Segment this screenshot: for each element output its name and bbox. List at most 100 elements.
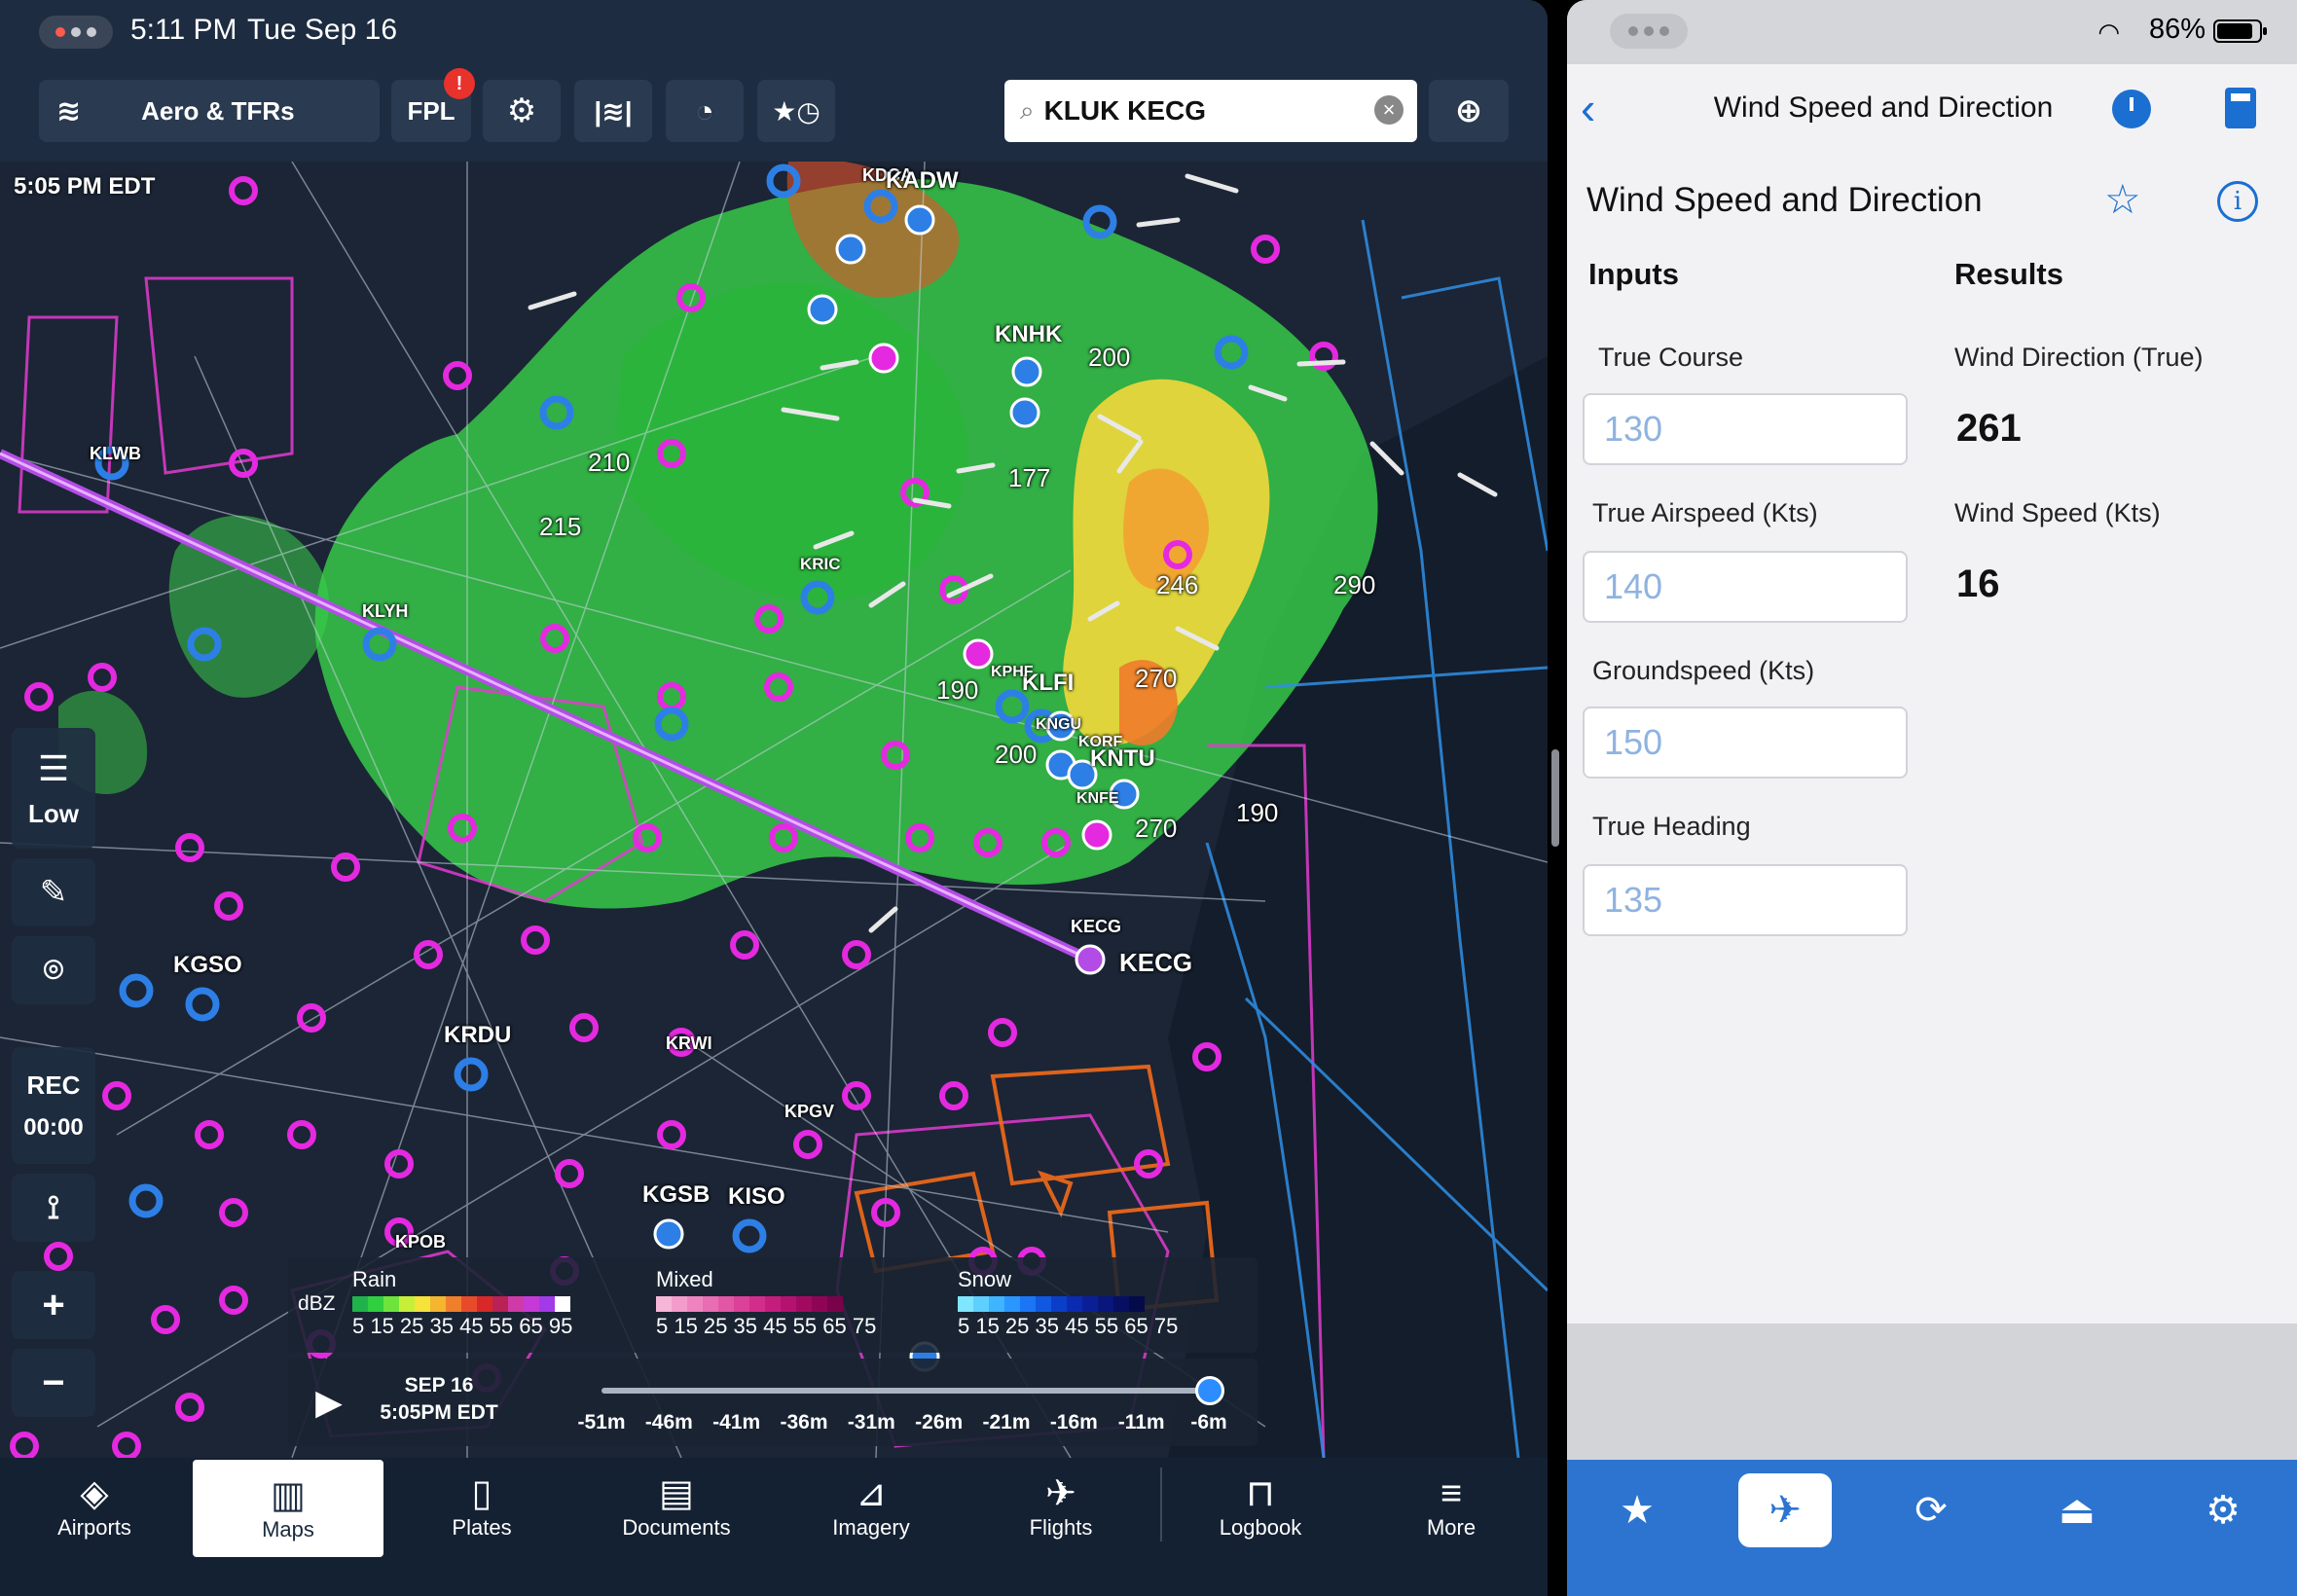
tab-logbook[interactable]: ⊓ Logbook	[1197, 1458, 1324, 1555]
label-kecg-small: KECG	[1071, 917, 1122, 936]
tab-flight-calcs[interactable]: ✈	[1738, 1473, 1832, 1547]
results-header: Results	[1954, 257, 2063, 291]
true-heading-field[interactable]: 135	[1583, 864, 1908, 936]
wind-speed-value: 16	[1956, 562, 2000, 605]
legend-swatch	[703, 1296, 718, 1312]
maps-icon: ▥	[271, 1475, 306, 1516]
tab-documents[interactable]: ▤ Documents	[603, 1458, 749, 1555]
legend-swatch	[687, 1296, 703, 1312]
tab-settings[interactable]: ⚙	[2176, 1473, 2270, 1547]
tab-imagery[interactable]: ⊿ Imagery	[808, 1458, 934, 1555]
legend-swatch	[1067, 1296, 1082, 1312]
multitasking-dots[interactable]	[39, 16, 113, 49]
tab-favorites[interactable]: ★	[1590, 1473, 1684, 1547]
favorite-star-icon[interactable]: ☆	[2104, 175, 2141, 223]
route-button[interactable]: ⟟	[12, 1174, 95, 1242]
tab-airports[interactable]: ◈ Airports	[33, 1458, 156, 1555]
clear-search-button[interactable]: ×	[1374, 95, 1404, 125]
rain-ticks: 5 15 25 35 45 55 65 95	[352, 1314, 573, 1338]
tab-plates[interactable]: ▯ Plates	[419, 1458, 545, 1555]
legend-swatch	[1036, 1296, 1051, 1312]
instruments-button[interactable]: ◔	[666, 80, 744, 142]
alt-label: 200	[995, 740, 1038, 769]
calculator-button[interactable]	[2225, 88, 2256, 128]
tab-weight-balance[interactable]: ⏏	[2030, 1473, 2124, 1547]
timeline-slider-handle[interactable]	[1195, 1376, 1224, 1405]
weight-icon: ⏏	[2059, 1489, 2096, 1532]
tab-more[interactable]: ≡ More	[1398, 1458, 1505, 1555]
battery-icon	[2213, 19, 2267, 43]
tab-label: Imagery	[832, 1515, 910, 1540]
calculator-nav-bar: ‹ Wind Speed and Direction	[1567, 64, 2297, 158]
draw-button[interactable]: ✎	[12, 858, 95, 926]
battery-percent: 86%	[2148, 14, 2206, 45]
tab-divider	[1160, 1468, 1162, 1542]
zoom-in-button[interactable]: +	[12, 1271, 95, 1339]
legend-swatch	[508, 1296, 524, 1312]
rain-legend: Rain 5 15 25 35 45 55 65 95	[352, 1267, 572, 1339]
legend-swatch	[555, 1296, 570, 1312]
timeline-tick: -41m	[712, 1411, 761, 1433]
gear-icon: ⚙	[506, 92, 537, 129]
play-button[interactable]: ▶	[298, 1368, 360, 1436]
tab-label: More	[1426, 1515, 1477, 1540]
fpl-alert-badge: !	[444, 68, 475, 99]
legend-swatch	[539, 1296, 555, 1312]
legend-swatch	[827, 1296, 843, 1312]
legend-swatch	[492, 1296, 508, 1312]
destination-marker[interactable]	[1075, 944, 1106, 975]
legend-swatch	[718, 1296, 734, 1312]
label-kadw: KADW	[886, 167, 959, 194]
rain-swatches	[352, 1296, 572, 1312]
rec-label: REC	[26, 1070, 81, 1100]
timeline-slider-track[interactable]	[602, 1388, 1209, 1394]
legend-swatch	[383, 1296, 399, 1312]
legend-swatch	[1129, 1296, 1145, 1312]
alt-label: 270	[1135, 814, 1178, 843]
rec-timer: 00:00	[23, 1113, 84, 1141]
true-airspeed-field[interactable]: 140	[1583, 551, 1908, 623]
history-button[interactable]	[2112, 90, 2151, 128]
fpl-button[interactable]: FPL !	[391, 68, 475, 142]
mixed-legend: Mixed 5 15 25 35 45 55 65 75	[656, 1267, 876, 1339]
locate-button[interactable]: ⊕	[1429, 80, 1509, 142]
alt-label: 190	[1236, 798, 1279, 827]
zoom-out-button[interactable]: −	[12, 1349, 95, 1417]
tab-maps[interactable]: ▥ Maps	[193, 1460, 383, 1557]
multitasking-dots[interactable]	[1610, 14, 1688, 49]
snow-swatches	[958, 1296, 1178, 1312]
profile-view-button[interactable]: |≋|	[574, 80, 652, 142]
waypoint-button[interactable]: ⌾	[12, 936, 95, 1004]
alt-label: 210	[588, 448, 631, 477]
record-button[interactable]: REC 00:00	[12, 1047, 95, 1164]
star-clock-icon: ★◷	[772, 95, 820, 127]
alt-label: 190	[936, 675, 979, 705]
timeline-tick: -16m	[1049, 1411, 1098, 1433]
settings-button[interactable]: ⚙	[483, 80, 561, 142]
groundspeed-field[interactable]: 150	[1583, 707, 1908, 779]
layers-button[interactable]: ≋ Aero & TFRs	[39, 80, 380, 142]
label-kpgv: KPGV	[784, 1102, 835, 1121]
true-course-label: True Course	[1598, 343, 1744, 372]
favorites-recents-button[interactable]: ★◷	[757, 80, 835, 142]
search-input[interactable]: ⌕ KLUK KECG ×	[1004, 80, 1417, 142]
legend-swatch	[1020, 1296, 1036, 1312]
right-status-bar: ◠ 86%	[1567, 0, 2297, 64]
legend-swatch	[796, 1296, 812, 1312]
tab-label: Logbook	[1219, 1515, 1302, 1540]
split-view-divider[interactable]	[1551, 749, 1559, 847]
timeline-tick: -6m	[1190, 1411, 1227, 1433]
groundspeed-label: Groundspeed (Kts)	[1592, 656, 1815, 685]
map-settings-button[interactable]: ☰ Low	[12, 728, 95, 849]
true-course-field[interactable]: 130	[1583, 393, 1908, 465]
route-icon: ⟟	[47, 1188, 60, 1226]
legend-swatch	[477, 1296, 492, 1312]
legend-swatch	[1098, 1296, 1113, 1312]
tab-flights[interactable]: ✈ Flights	[1003, 1458, 1119, 1555]
info-icon[interactable]: i	[2217, 181, 2258, 222]
snow-title: Snow	[958, 1267, 1012, 1291]
legend-swatch	[461, 1296, 477, 1312]
snow-legend: Snow 5 15 25 35 45 55 65 75	[958, 1267, 1178, 1339]
tab-conversions[interactable]: ⟳	[1884, 1473, 1978, 1547]
label-kntu: KNTU	[1090, 745, 1155, 772]
